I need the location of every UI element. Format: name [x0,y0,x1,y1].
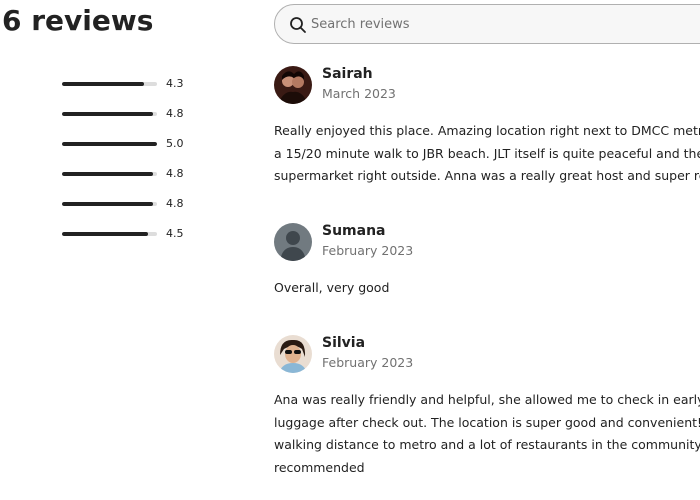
reviewer-name: Sairah [322,66,373,82]
review-date: March 2023 [322,86,396,101]
rating-bar [62,142,157,146]
avatar[interactable] [274,66,312,104]
rating-row: 4.8 [62,104,192,134]
rating-bar [62,172,157,176]
review-line: luggage after check out. The location is… [274,414,700,430]
rating-row: 5.0 [62,134,192,164]
review-line: Ana was really friendly and helpful, she… [274,392,700,407]
review-line: walking distance to metro and a lot of r… [274,437,700,453]
rating-bar-fill [62,232,148,236]
review-line: recommended [274,460,365,476]
reviews-heading: 6 reviews [2,4,154,37]
rating-row: 4.3 [62,74,192,104]
reviewer-info: Sairah March 2023 [274,66,700,106]
rating-bar [62,112,157,116]
rating-bar [62,202,157,206]
rating-bar-fill [62,172,154,176]
rating-value: 4.8 [166,197,184,210]
rating-row: 4.5 [62,224,192,254]
rating-bar [62,82,157,86]
review-line: Really enjoyed this place. Amazing locat… [274,123,700,138]
review-text: Overall, very good [274,277,700,300]
rating-bar-fill [62,142,157,146]
avatar[interactable] [274,223,312,261]
rating-row: 4.8 [62,194,192,224]
rating-bar-fill [62,82,144,86]
rating-bar [62,232,157,236]
reviewer-info: Sumana February 2023 [274,223,700,263]
rating-value: 4.8 [166,107,184,120]
rating-bar-fill [62,112,154,116]
review-line: Overall, very good [274,280,390,295]
review-date: February 2023 [322,243,414,258]
search-bar[interactable] [274,4,700,44]
rating-value: 4.3 [166,77,184,90]
avatar[interactable] [274,335,312,373]
reviews-page: 6 reviews 4.3 4.8 5.0 4.8 4.8 4.5 Search… [0,0,700,500]
review-item: Sumana February 2023 Overall, very good [274,223,700,300]
review-line: supermarket right outside. Anna was a re… [274,168,700,184]
reviewer-name: Silvia [322,335,366,351]
rating-bar-fill [62,202,154,206]
search-input[interactable] [311,11,611,37]
review-item: Silvia February 2023 Ana was really frie… [274,335,700,480]
reviewer-name: Sumana [322,223,386,239]
search-icon [290,17,306,33]
rating-value: 5.0 [166,137,184,150]
review-line: a 15/20 minute walk to JBR beach. JLT it… [274,145,700,161]
reviewer-info: Silvia February 2023 [274,335,700,375]
review-text: Ana was really friendly and helpful, she… [274,389,700,480]
review-text: Really enjoyed this place. Amazing locat… [274,120,700,188]
rating-breakdown: 4.3 4.8 5.0 4.8 4.8 4.5 [62,74,192,254]
review-date: February 2023 [322,355,414,370]
review-item: Sairah March 2023 Really enjoyed this pl… [274,66,700,188]
rating-row: 4.8 [62,164,192,194]
rating-value: 4.8 [166,167,184,180]
rating-value: 4.5 [166,227,184,240]
